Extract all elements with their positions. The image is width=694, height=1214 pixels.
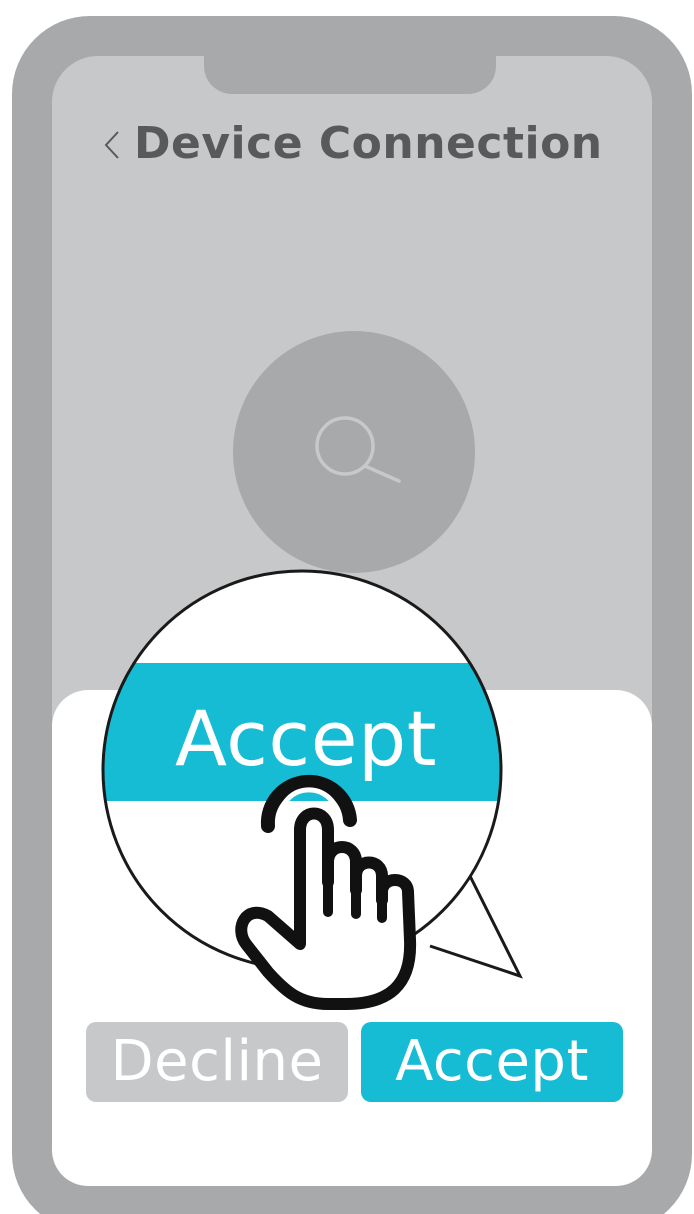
illustration: Device Connection Decline Accept Accept — [0, 0, 694, 1214]
callout-accept-label: Accept — [174, 694, 438, 783]
zoom-callout — [101, 569, 523, 1010]
